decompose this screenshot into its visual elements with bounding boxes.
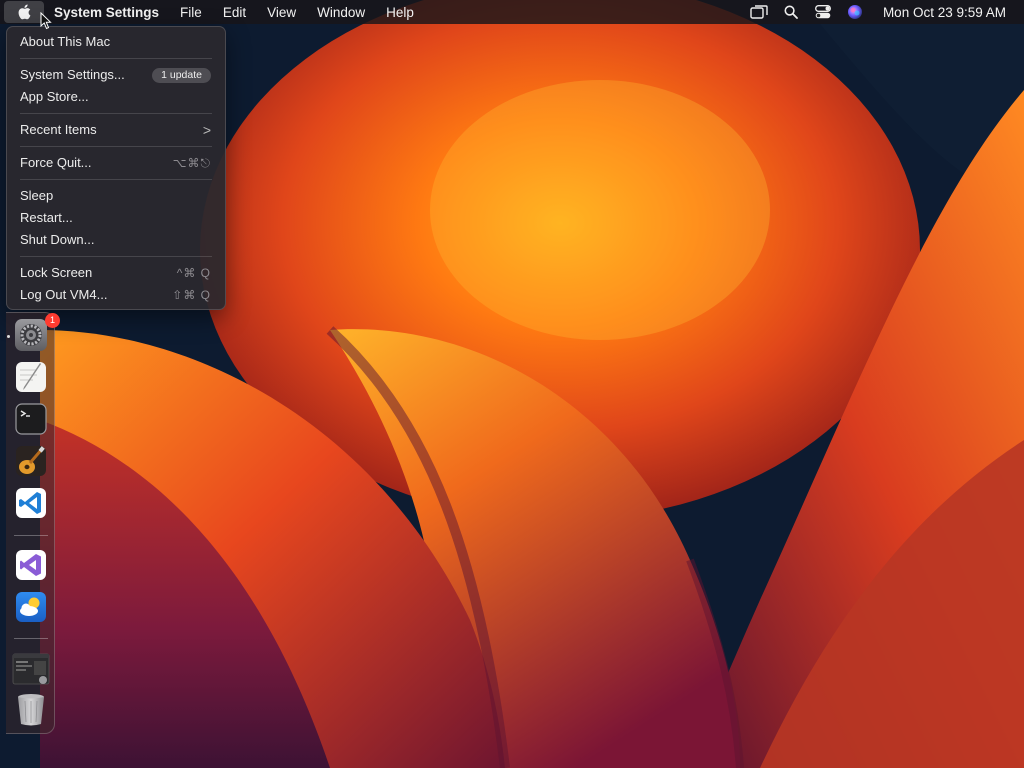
menu-view[interactable]: View — [267, 5, 296, 20]
dock-separator — [14, 638, 48, 639]
visual-studio-icon — [16, 550, 46, 580]
apple-logo-icon — [18, 4, 31, 20]
menu-item-label: App Store... — [20, 89, 89, 104]
running-indicator — [7, 335, 10, 338]
menu-item-lock-screen[interactable]: Lock Screen ^⌘ Q — [7, 262, 225, 284]
dock-minimized-window[interactable] — [12, 652, 50, 685]
menu-item-about-this-mac[interactable]: About This Mac — [7, 31, 225, 53]
menu-item-label: Lock Screen — [20, 265, 93, 280]
menu-bar: System Settings File Edit View Window He… — [0, 0, 1024, 24]
menu-separator — [20, 58, 212, 59]
dock-terminal[interactable] — [15, 403, 47, 435]
menu-item-label: System Settings... — [20, 67, 125, 82]
menu-help[interactable]: Help — [386, 5, 414, 20]
menu-file[interactable]: File — [180, 5, 202, 20]
menu-item-label: Force Quit... — [20, 155, 92, 170]
screen-mirroring-icon[interactable] — [743, 0, 775, 24]
window-thumbnail-icon — [12, 653, 50, 685]
vscode-icon — [16, 488, 46, 518]
active-app-name[interactable]: System Settings — [54, 5, 159, 20]
menu-bar-clock[interactable]: Mon Oct 23 9:59 AM — [883, 5, 1006, 20]
menu-item-label: Recent Items — [20, 122, 97, 137]
spotlight-search-icon[interactable] — [775, 0, 807, 24]
menu-item-recent-items[interactable]: Recent Items > — [7, 119, 225, 141]
dock-visual-studio[interactable] — [15, 549, 47, 581]
menu-item-restart[interactable]: Restart... — [7, 207, 225, 229]
weather-icon — [16, 592, 46, 622]
textedit-icon — [16, 362, 46, 392]
menu-item-sleep[interactable]: Sleep — [7, 185, 225, 207]
guitar-icon — [16, 446, 46, 476]
menu-item-label: About This Mac — [20, 34, 111, 49]
dock-trash[interactable] — [15, 693, 47, 726]
dock-textedit[interactable] — [15, 361, 47, 393]
apple-menu-button[interactable] — [4, 1, 44, 23]
dock-garageband[interactable] — [15, 445, 47, 477]
apple-menu-dropdown: About This Mac System Settings... 1 upda… — [6, 26, 226, 310]
menu-item-app-store[interactable]: App Store... — [7, 86, 225, 108]
dock-vscode[interactable] — [15, 487, 47, 519]
menu-item-label: Shut Down... — [20, 232, 95, 247]
keyboard-shortcut: ^⌘ Q — [176, 266, 211, 280]
dock-system-settings[interactable]: 1 — [15, 313, 60, 351]
dock-weather[interactable] — [15, 591, 47, 623]
siri-icon[interactable] — [839, 0, 871, 24]
keyboard-shortcut: ⌥⌘⎋ — [172, 156, 211, 170]
trash-icon — [18, 694, 44, 726]
menu-separator — [20, 113, 212, 114]
menu-item-system-settings[interactable]: System Settings... 1 update — [7, 64, 225, 86]
update-badge: 1 update — [152, 67, 211, 83]
menu-separator — [20, 179, 212, 180]
chevron-right-icon: > — [202, 122, 211, 138]
menu-separator — [20, 256, 212, 257]
notification-badge: 1 — [45, 313, 60, 328]
mouse-cursor-icon — [40, 12, 52, 30]
menu-separator — [20, 146, 212, 147]
menu-edit[interactable]: Edit — [223, 5, 246, 20]
status-area: Mon Oct 23 9:59 AM — [743, 0, 1006, 24]
gear-icon — [15, 319, 47, 351]
control-center-icon[interactable] — [807, 0, 839, 24]
terminal-icon — [15, 403, 47, 435]
menu-item-shut-down[interactable]: Shut Down... — [7, 229, 225, 251]
dock: 1 — [6, 312, 60, 734]
menu-item-label: Log Out VM4... — [20, 287, 108, 302]
keyboard-shortcut: ⇧⌘ Q — [172, 288, 211, 302]
menu-item-force-quit[interactable]: Force Quit... ⌥⌘⎋ — [7, 152, 225, 174]
menu-item-label: Restart... — [20, 210, 73, 225]
menu-window[interactable]: Window — [317, 5, 365, 20]
menu-item-label: Sleep — [20, 188, 54, 203]
menu-item-log-out[interactable]: Log Out VM4... ⇧⌘ Q — [7, 284, 225, 306]
dock-separator — [14, 535, 48, 536]
